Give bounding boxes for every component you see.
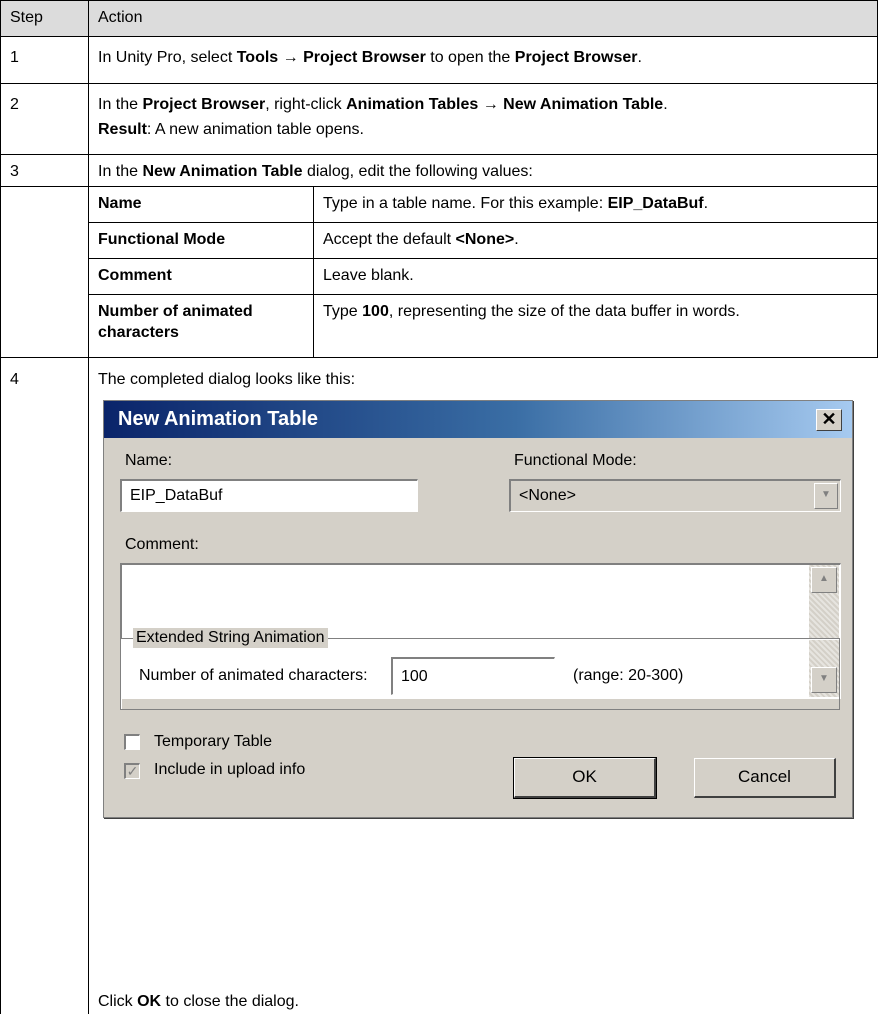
include-upload-info-label: Include in upload info — [154, 761, 306, 778]
step-3-action: In the New Animation Table dialog, edit … — [98, 163, 533, 180]
dialog-title-bar[interactable]: New Animation Table ✕ — [104, 401, 852, 438]
step-2-result: Result: A new animation table opens. — [98, 121, 364, 138]
range-hint: (range: 20-300) — [573, 667, 684, 684]
subtable-desc: Type 100, representing the size of the d… — [323, 303, 740, 320]
table-border — [88, 0, 89, 1014]
step-1-action: In Unity Pro, select Tools → Project Bro… — [98, 49, 642, 66]
close-button[interactable]: ✕ — [816, 409, 842, 431]
ok-button[interactable]: OK — [513, 757, 657, 799]
subtable-desc: Type in a table name. For this example: … — [323, 195, 709, 212]
table-border — [0, 83, 878, 84]
table-border — [0, 0, 1, 1014]
group-title: Extended String Animation — [133, 628, 328, 648]
step-2-action: In the Project Browser, right-click Anim… — [98, 96, 668, 113]
subtable-field-name: Number of animated — [98, 303, 253, 320]
subtable-field-name: characters — [98, 324, 179, 341]
new-animation-table-dialog: New Animation Table ✕ Name: EIP_DataBuf … — [103, 400, 853, 818]
temporary-table-checkbox[interactable] — [124, 734, 140, 750]
subtable-field-name: Name — [98, 195, 142, 212]
step-4-closing: Click OK to close the dialog. — [98, 993, 299, 1010]
table-border — [0, 36, 878, 37]
scroll-up-icon: ▲ — [819, 573, 829, 584]
subtable-border — [88, 258, 878, 259]
step-4-intro: The completed dialog looks like this: — [98, 371, 356, 388]
step-number: 1 — [10, 49, 19, 66]
close-icon: ✕ — [821, 409, 837, 429]
include-upload-info-checkbox[interactable]: ✓ — [124, 763, 140, 779]
step-number: 2 — [10, 96, 19, 113]
column-header-step: Step — [10, 9, 43, 26]
table-border — [0, 186, 878, 187]
animated-characters-label: Number of animated characters: — [139, 667, 368, 684]
dialog-title: New Animation Table — [118, 408, 319, 430]
name-label: Name: — [125, 452, 173, 469]
extended-string-animation-group: Extended String Animation Number of anim… — [120, 628, 840, 710]
comment-label: Comment: — [125, 536, 199, 553]
subtable-desc: Leave blank. — [323, 267, 414, 284]
functional-mode-select[interactable]: <None> — [509, 479, 841, 512]
column-header-action: Action — [98, 9, 143, 26]
subtable-border — [88, 222, 878, 223]
subtable-desc: Accept the default <None>. — [323, 231, 519, 248]
name-input[interactable]: EIP_DataBuf — [120, 479, 418, 512]
animated-characters-input[interactable]: 100 — [391, 657, 555, 695]
check-icon: ✓ — [126, 763, 139, 779]
step-number: 4 — [10, 371, 19, 388]
subtable-field-name: Comment — [98, 267, 172, 284]
subtable-field-name: Functional Mode — [98, 231, 226, 248]
table-border — [0, 154, 878, 155]
scroll-up-button[interactable]: ▲ — [811, 567, 837, 593]
functional-mode-dropdown-button[interactable]: ▼ — [814, 483, 838, 509]
subtable-border — [313, 186, 314, 358]
subtable-border — [88, 294, 878, 295]
functional-mode-label: Functional Mode: — [514, 452, 637, 469]
step-number: 3 — [10, 163, 19, 180]
temporary-table-label: Temporary Table — [154, 733, 272, 750]
table-border — [0, 357, 878, 358]
cancel-button[interactable]: Cancel — [694, 758, 836, 798]
chevron-down-icon: ▼ — [821, 489, 831, 500]
functional-mode-value: <None> — [519, 487, 576, 504]
table-border — [0, 0, 878, 1]
